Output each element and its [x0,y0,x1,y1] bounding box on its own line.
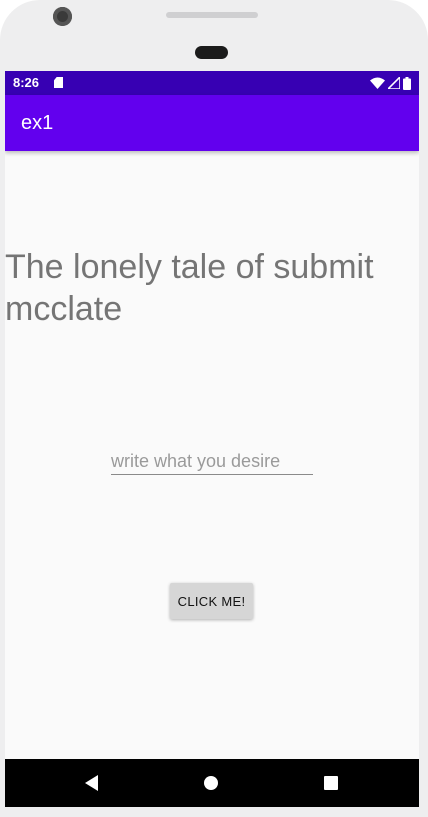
app-screen: 8:26 ex1 The lonely tale of submit mccla… [5,71,419,807]
phone-frame: 8:26 ex1 The lonely tale of submit mccla… [0,0,428,817]
wifi-icon [370,77,385,89]
front-camera [53,7,72,26]
proximity-sensor [195,46,228,59]
battery-icon [403,76,411,90]
status-icons [370,76,411,90]
signal-icon [388,77,400,89]
navigation-bar [5,759,419,807]
headline-text: The lonely tale of submit mcclate [5,248,374,328]
recents-icon[interactable] [324,776,338,790]
app-toolbar: ex1 [5,95,419,151]
app-title: ex1 [21,112,54,134]
status-bar: 8:26 [5,71,419,95]
earpiece-speaker [166,12,258,18]
back-icon[interactable] [85,775,98,791]
sd-card-icon [54,77,63,88]
text-input-container [111,443,313,477]
click-me-button[interactable]: CLICK ME! [170,583,253,619]
home-icon[interactable] [204,776,218,790]
desire-input[interactable] [111,443,313,475]
status-time: 8:26 [13,75,40,90]
